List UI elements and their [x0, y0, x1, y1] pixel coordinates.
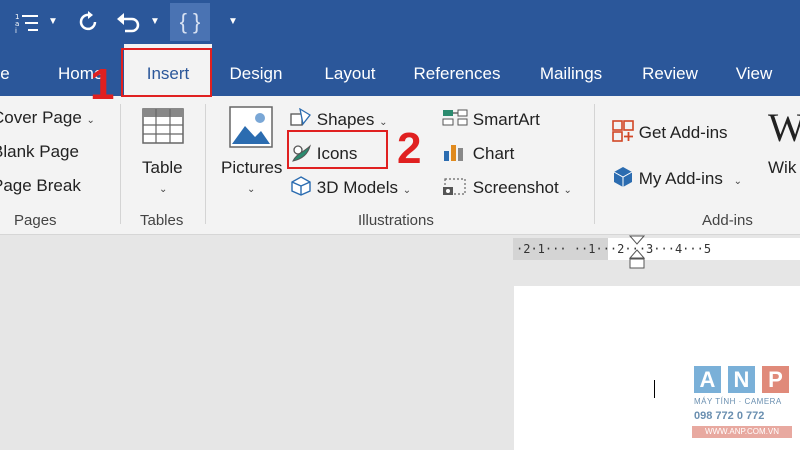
chart-label: Chart — [472, 144, 515, 163]
pictures-button[interactable]: Pictures ⌄ — [218, 104, 284, 214]
highlight-insert-tab — [121, 48, 212, 97]
json-braces-button[interactable]: { } — [170, 3, 210, 41]
table-button[interactable]: Table ⌄ — [136, 104, 190, 214]
group-label-addins: Add-ins — [702, 212, 753, 229]
smartart-button[interactable]: SmartArt — [442, 108, 540, 130]
get-addins-label: Get Add-ins — [638, 123, 728, 142]
group-divider — [594, 104, 595, 224]
get-addins-button[interactable]: Get Add-ins — [612, 120, 728, 143]
table-icon — [142, 108, 184, 144]
title-bar: 1 a i ▼ ▼ { } ▼ — [0, 0, 800, 44]
tab-view[interactable]: View — [726, 44, 782, 96]
group-label-tables: Tables — [140, 212, 184, 229]
ribbon-tab-bar: e Home Insert Design Layout References M… — [0, 44, 800, 96]
smartart-label: SmartArt — [472, 110, 540, 129]
chevron-down-icon: ⌄ — [402, 185, 412, 196]
cover-page-label: Cover Page — [0, 108, 82, 127]
tab-mailings[interactable]: Mailings — [530, 44, 612, 96]
page-break-button[interactable]: Page Break — [0, 176, 81, 196]
chevron-down-icon: ⌄ — [379, 117, 388, 128]
bar-chart-icon — [444, 145, 463, 161]
redo-icon[interactable] — [74, 0, 104, 48]
text-cursor — [654, 380, 655, 398]
logo-letter-a: A — [694, 366, 721, 393]
store-grid-icon — [612, 120, 634, 142]
group-divider — [120, 104, 121, 224]
tab-file[interactable]: e — [0, 44, 10, 96]
chevron-down-icon: ⌄ — [563, 185, 572, 196]
my-addins-button[interactable]: My Add-ins ⌄ — [612, 166, 742, 189]
highlight-icons-button — [287, 130, 388, 169]
step-number-2: 2 — [397, 124, 422, 173]
3d-models-label: 3D Models — [316, 178, 398, 197]
logo-url: WWW.ANP.COM.VN — [692, 426, 792, 438]
cover-page-button[interactable]: Cover Page ⌄ — [0, 108, 95, 128]
undo-icon[interactable] — [114, 0, 144, 48]
shapes-label: Shapes — [316, 110, 375, 129]
screenshot-icon — [443, 178, 466, 195]
tab-references[interactable]: References — [408, 44, 506, 96]
wikipedia-label[interactable]: Wik — [768, 158, 796, 178]
chevron-down-icon[interactable]: ▼ — [150, 0, 160, 44]
my-addins-label: My Add-ins — [638, 169, 723, 188]
chevron-down-icon: ⌄ — [247, 184, 256, 195]
group-label-illustrations: Illustrations — [358, 212, 434, 229]
wikipedia-w-icon[interactable]: W — [768, 104, 800, 151]
pictures-label: Pictures — [221, 158, 283, 177]
table-label: Table — [142, 158, 183, 177]
screenshot-button[interactable]: Screenshot ⌄ — [442, 176, 572, 198]
group-label-pages: Pages — [14, 212, 57, 229]
screenshot-label: Screenshot — [472, 178, 559, 197]
blank-page-button[interactable]: Blank Page — [0, 142, 79, 162]
chevron-down-icon[interactable]: ▼ — [48, 0, 58, 44]
logo-letter-p: P — [762, 366, 789, 393]
cube-icon — [291, 176, 311, 196]
cube-icon — [613, 167, 633, 187]
indent-marker-icon[interactable] — [629, 235, 645, 269]
logo-phone: 098 772 0 772 — [694, 410, 765, 422]
chevron-down-icon: ⌄ — [733, 176, 742, 187]
customize-toolbar-icon[interactable]: ▼ — [228, 0, 238, 44]
svg-text:i: i — [15, 27, 17, 33]
3d-models-button[interactable]: 3D Models ⌄ — [290, 176, 411, 198]
anp-watermark-logo: A N P MÁY TÍNH · CAMERA 098 772 0 772 WW… — [690, 366, 796, 446]
chevron-down-icon: ⌄ — [159, 184, 168, 195]
tab-review[interactable]: Review — [636, 44, 704, 96]
list-style-icon[interactable]: 1 a i — [12, 0, 42, 48]
chart-button[interactable]: Chart — [442, 142, 514, 164]
logo-letter-n: N — [728, 366, 755, 393]
tab-layout[interactable]: Layout — [314, 44, 386, 96]
shapes-button[interactable]: Shapes ⌄ — [290, 107, 388, 130]
logo-tagline: MÁY TÍNH · CAMERA — [694, 397, 782, 406]
shapes-icon — [290, 107, 311, 126]
smartart-icon — [442, 109, 468, 126]
ruler-ticks: ·2·1··· ··1···2···3···4···5 — [516, 242, 712, 256]
picture-icon — [229, 106, 273, 148]
chevron-down-icon: ⌄ — [86, 115, 95, 126]
tab-design[interactable]: Design — [220, 44, 292, 96]
step-number-1: 1 — [90, 60, 115, 109]
group-divider — [205, 104, 206, 224]
